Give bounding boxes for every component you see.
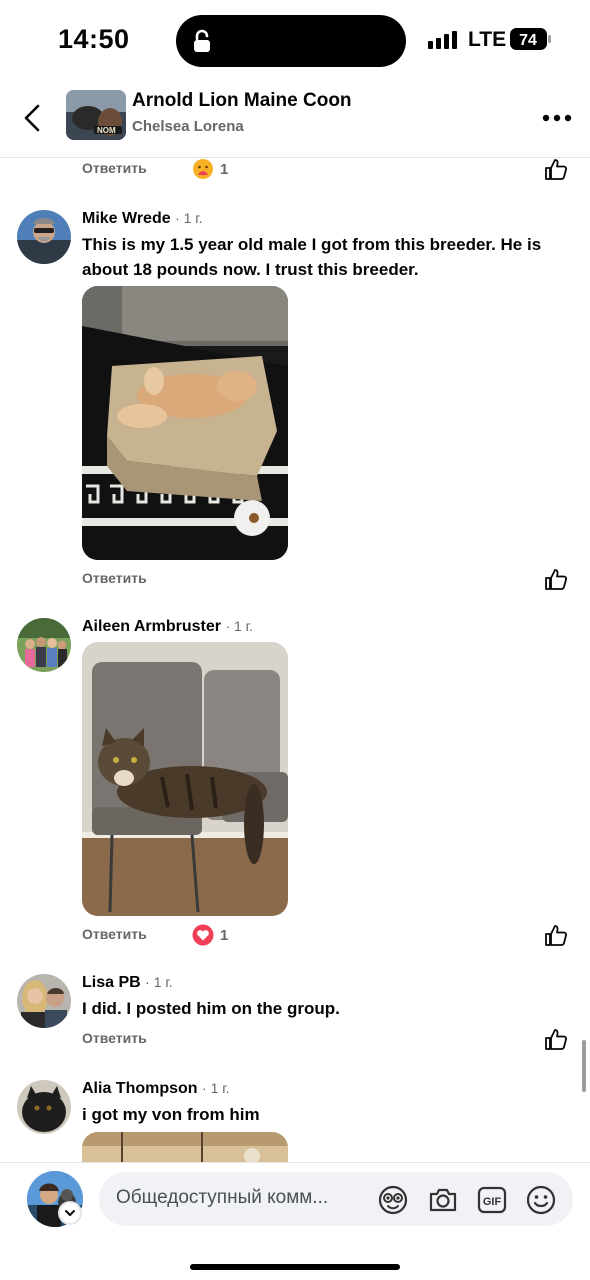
commenter-avatar[interactable] (17, 210, 71, 264)
care-reaction-icon (193, 159, 213, 179)
commenter-name[interactable]: Aileen Armbruster (82, 618, 221, 635)
home-indicator[interactable] (190, 1264, 400, 1270)
group-avatar[interactable]: NOM (66, 90, 126, 140)
battery-level: 74 (519, 32, 537, 49)
group-avatar-label: NOM (97, 126, 116, 135)
group-avatar-image (66, 90, 126, 140)
like-icon[interactable] (544, 158, 568, 180)
back-arrow-icon[interactable] (18, 102, 46, 134)
author-name[interactable]: Chelsea Lorena (132, 118, 244, 135)
avatar-image (17, 1080, 71, 1134)
lock-icon (194, 29, 210, 52)
commenter-avatar[interactable] (17, 618, 71, 672)
comment-input-placeholder: Общедоступный комм... (116, 1187, 329, 1208)
reaction-count: 1 (220, 926, 229, 944)
commenter-name[interactable]: Alia Thompson (82, 1080, 198, 1097)
status-bar: 14:50 LTE 74 (0, 0, 590, 80)
status-time: 14:50 (58, 24, 130, 54)
comment-composer: Общедоступный комм... GIF (0, 1162, 590, 1280)
post-header: NOM Arnold Lion Maine Coon Chelsea Loren… (0, 80, 590, 158)
comments-list[interactable]: Ответить 1 Mike Wrede · 1 г. This is my … (0, 158, 590, 1162)
comment-photo[interactable] (82, 1132, 288, 1162)
love-reaction-icon (192, 924, 214, 946)
comment: Alia Thompson · 1 г. i got my von from h… (0, 1080, 590, 1162)
battery-icon: 74 (510, 28, 551, 50)
commenter-name[interactable]: Mike Wrede (82, 210, 171, 227)
commenter-name[interactable]: Lisa PB (82, 974, 141, 991)
avatar-image (17, 974, 71, 1028)
reply-button[interactable]: Ответить (82, 926, 147, 942)
comment-time: · 1 г. (145, 974, 173, 990)
comment-meta: Aileen Armbruster · 1 г. (82, 618, 253, 636)
network-type: LTE (468, 28, 507, 51)
avatar-image (17, 618, 71, 672)
reply-button[interactable]: Ответить (82, 160, 147, 176)
reply-button[interactable]: Ответить (82, 570, 147, 586)
comment-photo[interactable] (82, 286, 288, 560)
comment-text: This is my 1.5 year old male I got from … (82, 235, 542, 279)
comment-photo[interactable] (82, 642, 288, 916)
commenter-avatar[interactable] (17, 1080, 71, 1134)
comment-meta: Alia Thompson · 1 г. (82, 1080, 230, 1098)
reply-button[interactable]: Ответить (82, 1030, 147, 1046)
gif-icon[interactable]: GIF (476, 1184, 508, 1216)
chevron-down-icon (65, 1210, 75, 1216)
comment-meta: Lisa PB · 1 г. (82, 974, 173, 992)
comment-actions: Ответить 1 (82, 158, 572, 182)
comment: Lisa PB · 1 г. I did. I posted him on th… (0, 974, 590, 1054)
dynamic-island (176, 15, 406, 67)
reaction-count: 1 (220, 160, 229, 178)
like-icon[interactable] (544, 1028, 568, 1050)
commenter-avatar[interactable] (17, 974, 71, 1028)
scrollbar[interactable] (582, 1040, 586, 1092)
signal-icon (428, 31, 457, 49)
sticker-icon[interactable] (377, 1184, 409, 1216)
emoji-icon[interactable] (525, 1184, 557, 1216)
cat-on-chair-photo (82, 642, 288, 916)
profile-switch-button[interactable] (58, 1201, 82, 1225)
comment-actions: Ответить (82, 1028, 572, 1052)
comment: Aileen Armbruster · 1 г. Ответить 1 (0, 618, 590, 948)
like-icon[interactable] (544, 568, 568, 590)
cat-on-ottoman-photo (82, 286, 288, 560)
like-icon[interactable] (544, 924, 568, 946)
partial-photo (82, 1132, 288, 1162)
avatar-image (17, 210, 71, 264)
comment: Mike Wrede · 1 г. This is my 1.5 year ol… (0, 210, 590, 590)
reaction-summary[interactable]: 1 (192, 158, 228, 180)
comment-time: · 1 г. (175, 210, 203, 226)
comment-text: i got my von from him (82, 1105, 260, 1124)
comment-time: · 1 г. (202, 1080, 230, 1096)
comment-actions: Ответить (82, 568, 572, 592)
comment-actions: Ответить 1 (82, 924, 572, 948)
comment-input[interactable]: Общедоступный комм... GIF (99, 1172, 573, 1226)
camera-icon[interactable] (427, 1184, 459, 1216)
reaction-summary[interactable]: 1 (192, 924, 228, 946)
group-title[interactable]: Arnold Lion Maine Coon (132, 90, 352, 112)
comment-meta: Mike Wrede · 1 г. (82, 210, 203, 228)
comment-text: I did. I posted him on the group. (82, 999, 340, 1018)
comment-time: · 1 г. (225, 618, 253, 634)
more-icon[interactable] (542, 114, 572, 122)
svg-text:GIF: GIF (483, 1196, 502, 1208)
